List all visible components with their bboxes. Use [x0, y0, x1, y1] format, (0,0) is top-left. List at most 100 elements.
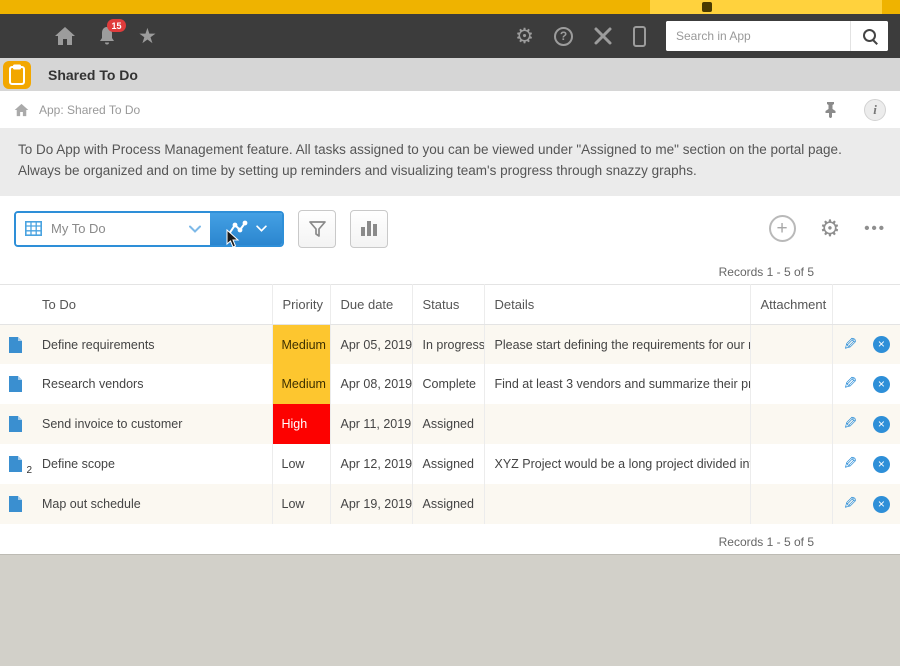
process-graph-icon	[226, 220, 248, 238]
record-doc-icon[interactable]	[8, 375, 24, 393]
view-selector-label: My To Do	[51, 221, 180, 236]
chart-button[interactable]	[350, 210, 388, 248]
breadcrumb-home-icon[interactable]	[14, 103, 29, 117]
chevron-down-icon	[189, 225, 201, 233]
edit-record-icon[interactable]: ✎	[843, 414, 857, 434]
filter-button[interactable]	[298, 210, 336, 248]
col-attachment[interactable]: Attachment	[750, 284, 832, 324]
cell-attachment	[750, 444, 832, 484]
record-doc-icon[interactable]	[8, 415, 24, 433]
table-header-row: To Do Priority Due date Status Details A…	[0, 284, 900, 324]
top-accent-strip	[0, 0, 900, 14]
col-todo[interactable]: To Do	[32, 284, 272, 324]
view-toolbar: My To Do + ⚙ •	[0, 196, 900, 260]
favorites-star-icon[interactable]: ★	[138, 26, 157, 47]
records-count-top: Records 1 - 5 of 5	[0, 260, 900, 284]
cell-due-date: Apr 08, 2019	[330, 364, 412, 404]
app-search	[666, 21, 888, 51]
record-doc-icon[interactable]: 2	[8, 455, 24, 473]
cell-status: In progress	[412, 324, 484, 364]
edit-record-icon[interactable]: ✎	[843, 335, 857, 355]
delete-record-icon[interactable]: ×	[873, 496, 890, 513]
delete-record-icon[interactable]: ×	[873, 456, 890, 473]
settings-gear-icon[interactable]: ⚙	[515, 24, 534, 48]
cell-todo[interactable]: Send invoice to customer	[32, 404, 272, 444]
table-row[interactable]: Send invoice to customer High Apr 11, 20…	[0, 404, 900, 444]
cell-due-date: Apr 12, 2019	[330, 444, 412, 484]
priority-badge: Medium	[273, 364, 330, 404]
chevron-down-icon	[256, 225, 267, 232]
more-options-icon[interactable]: •••	[864, 220, 886, 237]
cell-status: Assigned	[412, 404, 484, 444]
tools-icon[interactable]	[593, 26, 613, 46]
notifications-bell-icon[interactable]: 15	[98, 26, 116, 46]
home-icon[interactable]	[54, 26, 76, 46]
top-strip-highlight	[650, 0, 882, 14]
footer-area	[0, 554, 900, 666]
bar-chart-icon	[361, 221, 377, 236]
app-title: Shared To Do	[48, 67, 138, 83]
edit-record-icon[interactable]: ✎	[843, 494, 857, 514]
cell-details: XYZ Project would be a long project divi…	[484, 444, 750, 484]
delete-record-icon[interactable]: ×	[873, 416, 890, 433]
app-title-bar: Shared To Do	[0, 58, 900, 91]
cell-status: Complete	[412, 364, 484, 404]
col-icon	[0, 284, 32, 324]
add-record-button[interactable]: +	[769, 215, 796, 242]
cell-status: Assigned	[412, 484, 484, 524]
col-actions	[832, 284, 900, 324]
table-row[interactable]: Define requirements Medium Apr 05, 2019 …	[0, 324, 900, 364]
app-settings-gear-icon[interactable]: ⚙	[820, 216, 841, 242]
cell-status: Assigned	[412, 444, 484, 484]
table-row[interactable]: 2 Define scope Low Apr 12, 2019 Assigned…	[0, 444, 900, 484]
pin-icon[interactable]	[823, 101, 838, 118]
priority-badge: High	[273, 404, 330, 444]
view-selector: My To Do	[14, 211, 284, 247]
edit-record-icon[interactable]: ✎	[843, 374, 857, 394]
cell-attachment	[750, 484, 832, 524]
cell-todo[interactable]: Research vendors	[32, 364, 272, 404]
breadcrumb[interactable]: App: Shared To Do	[39, 103, 140, 117]
search-input[interactable]	[666, 21, 850, 51]
cell-attachment	[750, 404, 832, 444]
records-table: To Do Priority Due date Status Details A…	[0, 284, 900, 525]
process-management-button[interactable]	[210, 213, 282, 245]
app-description: To Do App with Process Management featur…	[0, 128, 900, 196]
global-header: 15 ★ ⚙ ?	[0, 14, 900, 58]
cell-due-date: Apr 05, 2019	[330, 324, 412, 364]
cell-todo[interactable]: Map out schedule	[32, 484, 272, 524]
help-icon[interactable]: ?	[554, 27, 573, 46]
cell-due-date: Apr 11, 2019	[330, 404, 412, 444]
cell-details	[484, 484, 750, 524]
notification-badge: 15	[107, 19, 126, 32]
app-clipboard-icon	[0, 58, 34, 91]
search-button[interactable]	[850, 21, 888, 51]
delete-record-icon[interactable]: ×	[873, 376, 890, 393]
cell-details: Please start defining the requirements f…	[484, 324, 750, 364]
record-doc-icon[interactable]	[8, 336, 24, 354]
cell-todo[interactable]: Define scope	[32, 444, 272, 484]
cell-details	[484, 404, 750, 444]
mobile-device-icon[interactable]	[633, 26, 646, 47]
edit-record-icon[interactable]: ✎	[843, 454, 857, 474]
records-count-bottom: Records 1 - 5 of 5	[0, 530, 900, 554]
record-doc-icon[interactable]	[8, 495, 24, 513]
search-icon	[862, 28, 878, 44]
view-dropdown[interactable]: My To Do	[16, 213, 210, 245]
col-status[interactable]: Status	[412, 284, 484, 324]
breadcrumb-bar: App: Shared To Do i	[0, 91, 900, 128]
info-icon[interactable]: i	[864, 99, 886, 121]
hamburger-menu-icon[interactable]	[12, 28, 32, 44]
comment-count: 2	[26, 465, 32, 476]
col-details[interactable]: Details	[484, 284, 750, 324]
cell-due-date: Apr 19, 2019	[330, 484, 412, 524]
top-strip-glyph	[702, 2, 712, 12]
table-view-icon	[25, 221, 42, 236]
cell-attachment	[750, 324, 832, 364]
cell-todo[interactable]: Define requirements	[32, 324, 272, 364]
delete-record-icon[interactable]: ×	[873, 336, 890, 353]
table-row[interactable]: Map out schedule Low Apr 19, 2019 Assign…	[0, 484, 900, 524]
col-due-date[interactable]: Due date	[330, 284, 412, 324]
table-row[interactable]: Research vendors Medium Apr 08, 2019 Com…	[0, 364, 900, 404]
col-priority[interactable]: Priority	[272, 284, 330, 324]
